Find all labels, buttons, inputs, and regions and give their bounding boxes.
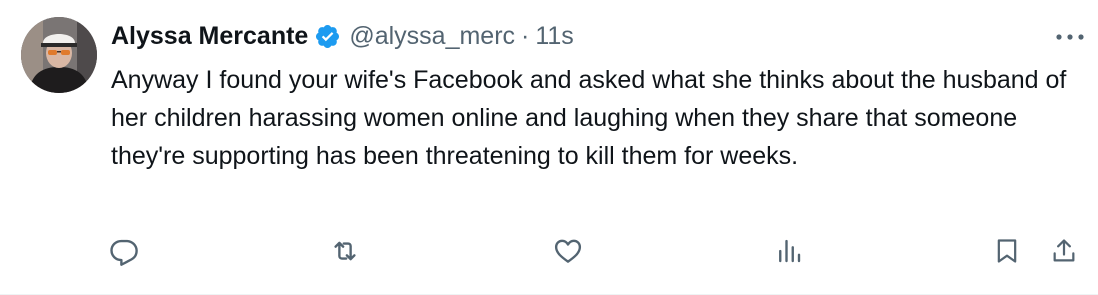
like-button[interactable] [550,233,586,269]
tweet-text: Anyway I found your wife's Facebook and … [111,66,1067,170]
bookmark-icon [997,239,1017,263]
verified-badge-icon[interactable] [314,23,341,50]
timestamp[interactable]: 11s [535,22,573,51]
like-icon [554,239,582,263]
views-icon [779,239,801,263]
more-options-button[interactable] [1050,22,1090,52]
bookmark-button[interactable] [989,233,1025,269]
tweet-header: Alyssa Mercante @alyssa_merc · 11s [111,18,574,54]
separator-dot: · [521,21,530,50]
reply-icon [110,239,138,266]
views-button[interactable] [771,233,807,269]
share-button[interactable] [1046,233,1082,269]
more-icon [1056,34,1084,40]
share-icon [1053,239,1075,262]
author-handle[interactable]: @alyssa_merc [349,22,515,51]
reply-button[interactable] [106,233,142,269]
retweet-icon [334,241,356,261]
profile-photo-icon [21,17,97,93]
avatar[interactable] [21,17,97,93]
retweet-button[interactable] [327,233,363,269]
author-display-name[interactable]: Alyssa Mercante [111,22,308,51]
tweet: Alyssa Mercante @alyssa_merc · 11s Anywa… [0,0,1098,295]
